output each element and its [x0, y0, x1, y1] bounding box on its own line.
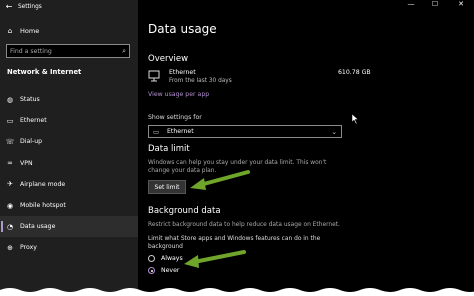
dial-up-icon: ☏	[5, 137, 15, 146]
search-input[interactable]: Find a setting ⌕	[6, 44, 130, 58]
radio-circle[interactable]	[148, 255, 155, 262]
network-select-value: Ethernet	[167, 128, 194, 135]
ethernet-icon: ▭	[153, 127, 160, 136]
background-data-description: Restrict background data to help reduce …	[148, 222, 340, 228]
sidebar-item-label: Dial-up	[20, 138, 43, 146]
data-usage-icon: ◔	[6, 222, 14, 231]
title-bar: ← Settings	[0, 0, 138, 14]
show-settings-label: Show settings for	[148, 114, 202, 121]
network-select[interactable]: ▭ Ethernet ⌄	[148, 125, 342, 138]
background-data-heading: Background data	[148, 206, 221, 216]
radio-never[interactable]: Never	[148, 267, 179, 274]
overview-period: From the last 30 days	[169, 78, 232, 84]
torn-edge-decoration	[0, 288, 474, 296]
section-heading: Network & Internet	[7, 68, 82, 76]
back-arrow-icon[interactable]: ←	[0, 3, 18, 11]
airplane-icon: ✈	[7, 180, 13, 189]
sidebar-item-label: Mobile hotspot	[20, 202, 66, 210]
arrow-icon	[184, 250, 246, 268]
monitor-icon	[148, 70, 160, 82]
arrow-icon	[190, 170, 250, 190]
chevron-down-icon: ⌄	[331, 127, 337, 136]
sidebar-item-proxy[interactable]: ⊕ Proxy	[0, 237, 138, 258]
data-limit-heading: Data limit	[148, 144, 190, 154]
overview-usage: 610.78 GB	[338, 69, 371, 76]
ethernet-icon: ▭	[6, 116, 14, 125]
sidebar-item-label: Ethernet	[20, 117, 47, 125]
sidebar-item-vpn[interactable]: ∞ VPN	[0, 153, 138, 174]
set-limit-button[interactable]: Set limit	[148, 180, 186, 194]
sidebar-item-dial-up[interactable]: ☏ Dial-up	[0, 131, 138, 152]
background-data-question-line1: Limit what Store apps and Windows featur…	[148, 236, 321, 242]
radio-always[interactable]: Always	[148, 255, 183, 262]
view-usage-link[interactable]: View usage per app	[148, 91, 209, 98]
sidebar-item-label: VPN	[20, 159, 33, 167]
sidebar: ← Settings ⌂ Home Find a setting ⌕ Netwo…	[0, 0, 138, 296]
sidebar-item-label: Proxy	[20, 244, 37, 252]
sidebar-item-status[interactable]: ◍ Status	[0, 89, 138, 110]
data-limit-desc-line1: Windows can help you stay under your dat…	[148, 160, 327, 166]
sidebar-item-label: Status	[20, 96, 40, 104]
sidebar-item-airplane-mode[interactable]: ✈ Airplane mode	[0, 174, 138, 195]
search-placeholder: Find a setting	[10, 47, 52, 55]
hotspot-icon: ◉	[6, 201, 14, 210]
mouse-cursor-icon	[352, 114, 359, 124]
background-data-question-line2: background	[148, 244, 183, 250]
sidebar-item-label: Airplane mode	[20, 180, 66, 188]
nav-home-label: Home	[20, 27, 40, 35]
search-icon[interactable]: ⌕	[122, 47, 126, 56]
nav-home[interactable]: ⌂ Home	[0, 24, 138, 38]
proxy-icon: ⊕	[7, 243, 13, 252]
vpn-icon: ∞	[7, 159, 13, 168]
sidebar-item-label: Data usage	[20, 223, 56, 231]
overview-connection-name: Ethernet	[169, 69, 196, 76]
radio-circle-selected[interactable]	[148, 267, 155, 274]
sidebar-item-ethernet[interactable]: ▭ Ethernet	[0, 110, 138, 131]
page-title: Data usage	[148, 22, 217, 36]
window-title: Settings	[18, 4, 42, 10]
sidebar-item-data-usage[interactable]: ◔ Data usage	[0, 216, 138, 238]
sidebar-item-mobile-hotspot[interactable]: ◉ Mobile hotspot	[0, 195, 138, 216]
home-icon: ⌂	[7, 27, 13, 35]
globe-icon: ◍	[6, 95, 14, 104]
background-data-question: Limit what Store apps and Windows featur…	[148, 235, 368, 251]
nav-list: ◍ Status ▭ Ethernet ☏ Dial-up ∞ VPN ✈ Ai…	[0, 89, 138, 259]
overview-heading: Overview	[148, 54, 189, 64]
radio-never-label: Never	[161, 267, 180, 274]
radio-always-label: Always	[161, 255, 183, 262]
